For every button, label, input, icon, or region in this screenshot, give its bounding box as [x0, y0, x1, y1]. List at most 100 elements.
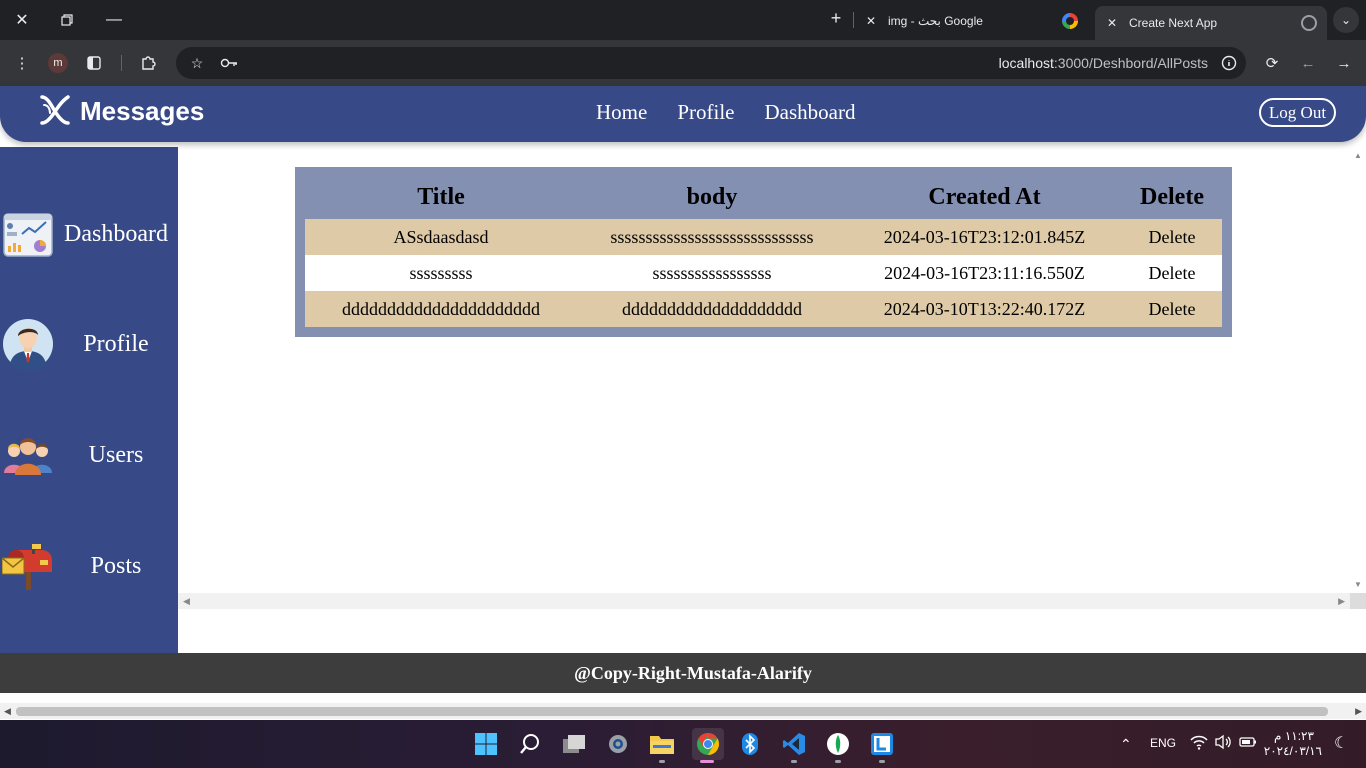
- active-indicator: [700, 760, 714, 763]
- sidebar-item-users[interactable]: Users: [0, 425, 178, 485]
- extensions-puzzle-icon[interactable]: [137, 52, 159, 74]
- battery-icon[interactable]: [1239, 734, 1257, 753]
- running-indicator: [879, 760, 885, 763]
- window-close-icon[interactable]: ✕: [10, 8, 34, 32]
- volume-icon[interactable]: [1214, 734, 1232, 753]
- wifi-icon[interactable]: [1190, 734, 1208, 753]
- scroll-left-icon[interactable]: ◀: [183, 596, 190, 607]
- back-arrow-icon[interactable]: ←: [1297, 52, 1319, 74]
- cell-title: dddddddddddddddddddddd: [305, 291, 577, 327]
- nav-profile[interactable]: Profile: [677, 100, 734, 125]
- forward-arrow-icon[interactable]: →: [1333, 52, 1355, 74]
- url-text[interactable]: localhost:3000/Deshbord/AllPosts: [999, 55, 1208, 71]
- settings-gear-icon[interactable]: [604, 730, 632, 758]
- notification-moon-icon[interactable]: ☾: [1334, 733, 1348, 753]
- sidebar-item-posts[interactable]: Posts: [0, 536, 178, 596]
- close-icon[interactable]: ✕: [1103, 16, 1121, 30]
- users-group-icon: [4, 438, 52, 475]
- chevron-up-icon[interactable]: ⌃: [1120, 736, 1132, 753]
- clock-date: ٢٠٢٤/٠٣/١٦: [1263, 744, 1322, 758]
- bluetooth-icon[interactable]: [736, 730, 764, 758]
- nav-dashboard[interactable]: Dashboard: [764, 100, 855, 125]
- footer: @Copy-Right-Mustafa-Alarify: [0, 653, 1366, 693]
- brand-title[interactable]: Messages: [80, 96, 204, 127]
- language-indicator[interactable]: ENG: [1150, 736, 1176, 750]
- mongodb-compass-icon[interactable]: [824, 730, 852, 758]
- logout-button[interactable]: Log Out: [1259, 98, 1336, 127]
- chevron-down-icon[interactable]: ⌄: [1333, 7, 1359, 33]
- scroll-up-icon[interactable]: ▲: [1354, 151, 1362, 160]
- browser-tab-bar: ✕ — + ✕ img - بحث Google ✕ Create Next A…: [0, 0, 1366, 40]
- vscode-icon[interactable]: [780, 730, 808, 758]
- url-path: :3000/Deshbord/AllPosts: [1053, 55, 1208, 71]
- scroll-right-icon[interactable]: ▶: [1338, 596, 1345, 607]
- windows-taskbar: ⌃ ENG ١١:٢٣ م ٢٠٢٤/٠٣/١٦ ☾: [0, 720, 1366, 768]
- main-content: Title body Created At Delete ASsdaasdasd…: [178, 147, 1366, 593]
- tab-google-search[interactable]: ✕ img - بحث Google: [862, 6, 1090, 36]
- cell-title: ASsdaasdasd: [305, 219, 577, 255]
- task-view-icon[interactable]: [560, 730, 588, 758]
- toolbar-separator: [121, 55, 122, 71]
- star-bookmark-icon[interactable]: ☆: [186, 52, 208, 74]
- scrollbar-thumb[interactable]: [16, 707, 1328, 716]
- chrome-icon[interactable]: [692, 728, 724, 760]
- sidebar-item-dashboard[interactable]: Dashboard: [0, 204, 178, 264]
- sidebar-item-profile[interactable]: Profile: [0, 314, 178, 374]
- table-row: ASsdaasdasd ssssssssssssssssssssssssssss…: [305, 219, 1222, 255]
- sidebar-label-dashboard: Dashboard: [64, 220, 168, 247]
- sidebar-label-posts: Posts: [90, 552, 142, 579]
- tab-separator: [853, 12, 854, 28]
- key-password-icon[interactable]: [218, 52, 240, 74]
- page-horizontal-scrollbar[interactable]: ◀ ▶: [0, 703, 1366, 719]
- table-header-row: Title body Created At Delete: [305, 167, 1222, 219]
- table-row: sssssssss sssssssssssssssss 2024-03-16T2…: [305, 255, 1222, 291]
- globe-icon: [1301, 15, 1317, 31]
- running-indicator: [835, 760, 841, 763]
- delete-button[interactable]: Delete: [1122, 219, 1222, 255]
- column-header-title: Title: [417, 183, 465, 210]
- file-explorer-icon[interactable]: [648, 730, 676, 758]
- info-icon[interactable]: [1218, 52, 1240, 74]
- search-icon[interactable]: [516, 730, 544, 758]
- delete-button[interactable]: Delete: [1122, 255, 1222, 291]
- scrollbar-corner: [1350, 593, 1366, 609]
- app-header: Messages Home Profile Dashboard Log Out: [0, 86, 1366, 142]
- new-tab-button[interactable]: +: [826, 8, 846, 32]
- system-clock[interactable]: ١١:٢٣ م ٢٠٢٤/٠٣/١٦: [1263, 729, 1322, 759]
- cell-title: sssssssss: [305, 255, 577, 291]
- tab-title: Create Next App: [1129, 16, 1218, 30]
- window-minimize-icon[interactable]: —: [102, 8, 126, 32]
- scroll-right-icon[interactable]: ▶: [1355, 706, 1362, 717]
- tab-create-next-app[interactable]: ✕ Create Next App: [1095, 6, 1327, 40]
- window-restore-icon[interactable]: [55, 8, 79, 32]
- cell-body: sssssssssssssssss: [577, 255, 847, 291]
- column-header-delete: Delete: [1140, 183, 1204, 210]
- url-host: localhost: [998, 55, 1054, 71]
- close-icon[interactable]: ✕: [862, 14, 880, 28]
- column-header-created-at: Created At: [928, 183, 1041, 210]
- reload-icon[interactable]: ⟳: [1261, 52, 1283, 74]
- posts-table: Title body Created At Delete ASsdaasdasd…: [305, 167, 1222, 327]
- nav-home[interactable]: Home: [596, 100, 647, 125]
- running-indicator: [791, 760, 797, 763]
- windows-start-icon[interactable]: [472, 730, 500, 758]
- scroll-down-icon[interactable]: ▼: [1354, 580, 1362, 589]
- content-vertical-scrollbar[interactable]: ▲ ▼: [1350, 147, 1366, 593]
- address-bar[interactable]: ☆ localhost:3000/Deshbord/AllPosts: [176, 47, 1246, 79]
- scroll-left-icon[interactable]: ◀: [4, 706, 11, 717]
- content-horizontal-scrollbar[interactable]: ◀ ▶: [178, 593, 1350, 609]
- app-l-icon[interactable]: [868, 730, 896, 758]
- delete-button[interactable]: Delete: [1122, 291, 1222, 327]
- tab-title: img - بحث Google: [888, 14, 983, 28]
- copyright-text: @Copy-Right-Mustafa-Alarify: [574, 662, 812, 683]
- menu-kebab-icon[interactable]: ⋮: [11, 52, 33, 74]
- column-header-body: body: [686, 183, 738, 210]
- sidebar-panel-icon[interactable]: [83, 52, 105, 74]
- cell-created-at: 2024-03-10T13:22:40.172Z: [847, 291, 1122, 327]
- profile-avatar[interactable]: m: [48, 53, 68, 73]
- sidebar: Dashboard Profile Users Posts: [0, 147, 178, 653]
- sidebar-label-profile: Profile: [83, 330, 149, 357]
- logo-icon: [40, 95, 70, 125]
- clock-time: ١١:٢٣ م: [1274, 729, 1314, 743]
- sidebar-label-users: Users: [88, 441, 144, 468]
